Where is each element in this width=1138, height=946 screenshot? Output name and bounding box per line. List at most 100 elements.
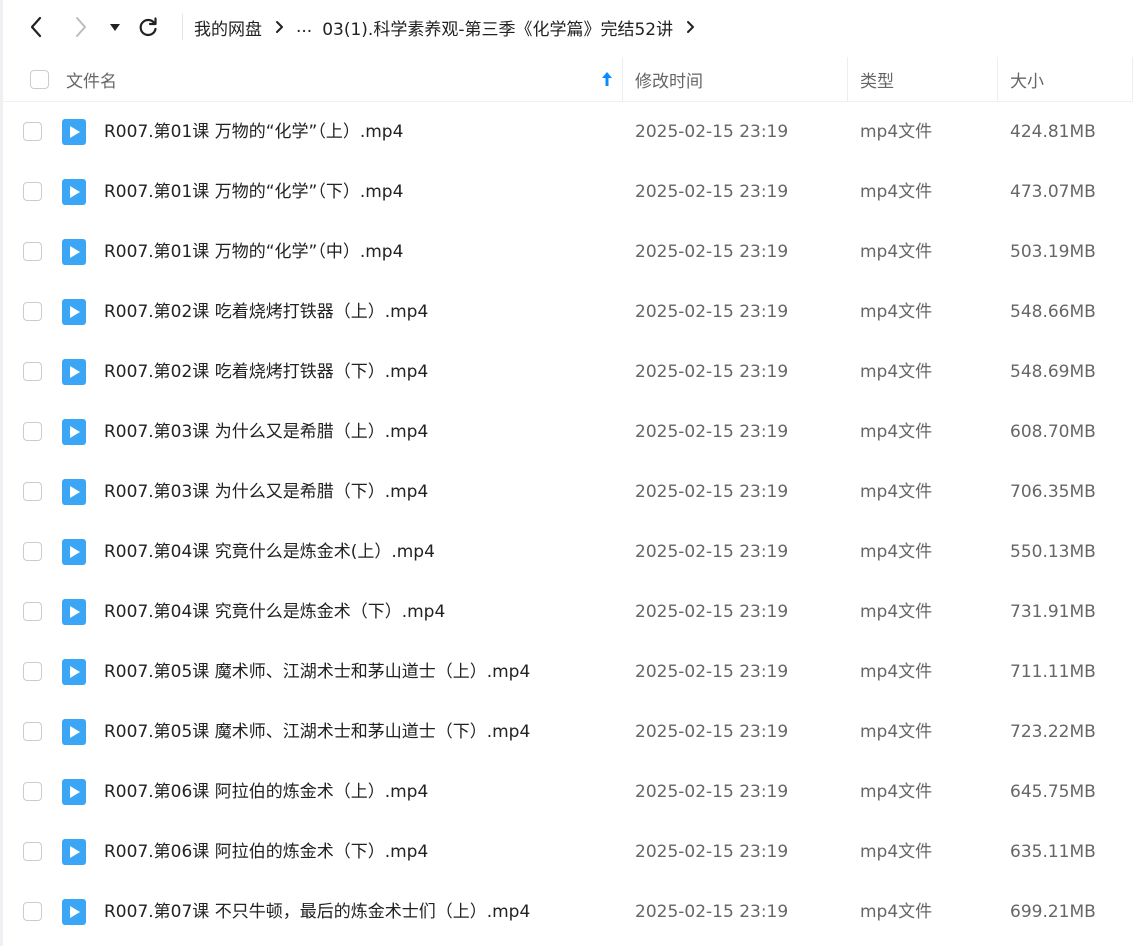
file-row[interactable]: R007.第06课 阿拉伯的炼金术（下）.mp4 2025-02-15 23:1…: [3, 822, 1133, 882]
file-row[interactable]: R007.第05课 魔术师、江湖术士和茅山道士（下）.mp4 2025-02-1…: [3, 702, 1133, 762]
row-checkbox[interactable]: [23, 662, 42, 681]
file-row[interactable]: R007.第07课 不只牛顿，最后的炼金术士们（上）.mp4 2025-02-1…: [3, 882, 1133, 942]
file-modified-time: 2025-02-15 23:19: [635, 422, 789, 442]
file-size: 723.22MB: [1010, 722, 1096, 742]
file-browser-window: 我的网盘 ... 03(1).科学素养观-第三季《化学篇》完结52讲 文件名 修…: [0, 0, 1138, 946]
video-file-icon: [62, 779, 86, 805]
file-name[interactable]: R007.第01课 万物的“化学”（下）.mp4: [104, 162, 403, 222]
file-size: 550.13MB: [1010, 542, 1096, 562]
file-name[interactable]: R007.第07课 不只牛顿，最后的炼金术士们（上）.mp4: [104, 882, 530, 942]
file-modified-time: 2025-02-15 23:19: [635, 662, 789, 682]
column-divider[interactable]: [622, 57, 623, 102]
file-row[interactable]: R007.第03课 为什么又是希腊（上）.mp4 2025-02-15 23:1…: [3, 402, 1133, 462]
breadcrumb-expand-icon[interactable]: [685, 20, 695, 34]
file-name[interactable]: R007.第02课 吃着烧烤打铁器（上）.mp4: [104, 282, 428, 342]
file-row[interactable]: R007.第01课 万物的“化学”（上）.mp4 2025-02-15 23:1…: [3, 102, 1133, 162]
row-checkbox[interactable]: [23, 242, 42, 261]
column-header-modified[interactable]: 修改时间: [635, 57, 703, 102]
row-checkbox[interactable]: [23, 362, 42, 381]
refresh-icon: [139, 17, 157, 37]
row-checkbox[interactable]: [23, 782, 42, 801]
file-size: 608.70MB: [1010, 422, 1096, 442]
history-dropdown-button[interactable]: [102, 12, 128, 42]
file-type: mp4文件: [860, 662, 933, 682]
column-header-type[interactable]: 类型: [860, 57, 894, 102]
file-row[interactable]: R007.第02课 吃着烧烤打铁器（下）.mp4 2025-02-15 23:1…: [3, 342, 1133, 402]
back-button[interactable]: [21, 12, 51, 42]
select-all-cell: [30, 57, 49, 102]
sort-arrow-up-icon[interactable]: [601, 71, 613, 91]
video-file-icon: [62, 539, 86, 565]
caret-down-icon: [110, 24, 120, 31]
file-modified-time: 2025-02-15 23:19: [635, 842, 789, 862]
file-name[interactable]: R007.第01课 万物的“化学”（中）.mp4: [104, 222, 403, 282]
file-row[interactable]: R007.第03课 为什么又是希腊（下）.mp4 2025-02-15 23:1…: [3, 462, 1133, 522]
file-type: mp4文件: [860, 602, 933, 622]
video-file-icon: [62, 359, 86, 385]
file-modified-time: 2025-02-15 23:19: [635, 242, 789, 262]
file-row[interactable]: R007.第01课 万物的“化学”（中）.mp4 2025-02-15 23:1…: [3, 222, 1133, 282]
file-row[interactable]: R007.第06课 阿拉伯的炼金术（上）.mp4 2025-02-15 23:1…: [3, 762, 1133, 822]
file-name[interactable]: R007.第02课 吃着烧烤打铁器（下）.mp4: [104, 342, 428, 402]
row-checkbox[interactable]: [23, 182, 42, 201]
file-list-header: 文件名 修改时间 类型 大小: [3, 57, 1133, 102]
file-name[interactable]: R007.第06课 阿拉伯的炼金术（下）.mp4: [104, 822, 428, 882]
file-size: 503.19MB: [1010, 242, 1096, 262]
forward-button[interactable]: [66, 12, 96, 42]
file-size: 548.66MB: [1010, 302, 1096, 322]
file-name[interactable]: R007.第04课 究竟什么是炼金术(上）.mp4: [104, 522, 435, 582]
file-size: 711.11MB: [1010, 662, 1096, 682]
file-size: 548.69MB: [1010, 362, 1096, 382]
file-name[interactable]: R007.第03课 为什么又是希腊（上）.mp4: [104, 402, 428, 462]
file-row[interactable]: R007.第04课 究竟什么是炼金术(上）.mp4 2025-02-15 23:…: [3, 522, 1133, 582]
file-row[interactable]: R007.第05课 魔术师、江湖术士和茅山道士（上）.mp4 2025-02-1…: [3, 642, 1133, 702]
column-header-name[interactable]: 文件名: [66, 57, 117, 102]
chevron-right-icon: [76, 17, 86, 37]
file-modified-time: 2025-02-15 23:19: [635, 602, 789, 622]
file-name[interactable]: R007.第04课 究竟什么是炼金术（下）.mp4: [104, 582, 445, 642]
file-row[interactable]: R007.第01课 万物的“化学”（下）.mp4 2025-02-15 23:1…: [3, 162, 1133, 222]
file-modified-time: 2025-02-15 23:19: [635, 722, 789, 742]
file-type: mp4文件: [860, 542, 933, 562]
breadcrumb-ellipsis[interactable]: ...: [296, 17, 312, 37]
row-checkbox[interactable]: [23, 302, 42, 321]
file-type: mp4文件: [860, 482, 933, 502]
row-checkbox[interactable]: [23, 722, 42, 741]
file-name[interactable]: R007.第05课 魔术师、江湖术士和茅山道士（下）.mp4: [104, 702, 530, 762]
column-header-size[interactable]: 大小: [1010, 57, 1044, 102]
row-checkbox[interactable]: [23, 842, 42, 861]
row-checkbox[interactable]: [23, 122, 42, 141]
file-modified-time: 2025-02-15 23:19: [635, 362, 789, 382]
video-file-icon: [62, 239, 86, 265]
column-divider[interactable]: [1132, 57, 1133, 102]
file-type: mp4文件: [860, 902, 933, 922]
file-type: mp4文件: [860, 842, 933, 862]
column-divider[interactable]: [997, 57, 998, 102]
row-checkbox[interactable]: [23, 902, 42, 921]
file-type: mp4文件: [860, 362, 933, 382]
file-list: R007.第01课 万物的“化学”（上）.mp4 2025-02-15 23:1…: [3, 102, 1133, 942]
row-checkbox[interactable]: [23, 542, 42, 561]
row-checkbox[interactable]: [23, 482, 42, 501]
row-checkbox[interactable]: [23, 602, 42, 621]
select-all-checkbox[interactable]: [30, 70, 49, 89]
navigation-bar: 我的网盘 ... 03(1).科学素养观-第三季《化学篇》完结52讲: [3, 0, 1138, 56]
file-name[interactable]: R007.第05课 魔术师、江湖术士和茅山道士（上）.mp4: [104, 642, 530, 702]
file-name[interactable]: R007.第01课 万物的“化学”（上）.mp4: [104, 102, 403, 162]
refresh-button[interactable]: [133, 12, 163, 42]
video-file-icon: [62, 599, 86, 625]
file-row[interactable]: R007.第02课 吃着烧烤打铁器（上）.mp4 2025-02-15 23:1…: [3, 282, 1133, 342]
file-modified-time: 2025-02-15 23:19: [635, 182, 789, 202]
file-type: mp4文件: [860, 302, 933, 322]
breadcrumb-root[interactable]: 我的网盘: [194, 15, 262, 40]
row-checkbox[interactable]: [23, 422, 42, 441]
chevron-left-icon: [30, 16, 42, 38]
file-modified-time: 2025-02-15 23:19: [635, 782, 789, 802]
file-row[interactable]: R007.第04课 究竟什么是炼金术（下）.mp4 2025-02-15 23:…: [3, 582, 1133, 642]
breadcrumb-current[interactable]: 03(1).科学素养观-第三季《化学篇》完结52讲: [322, 15, 673, 40]
file-name[interactable]: R007.第03课 为什么又是希腊（下）.mp4: [104, 462, 428, 522]
file-name[interactable]: R007.第06课 阿拉伯的炼金术（上）.mp4: [104, 762, 428, 822]
breadcrumb: 我的网盘 ... 03(1).科学素养观-第三季《化学篇》完结52讲: [194, 0, 707, 54]
column-divider[interactable]: [847, 57, 848, 102]
video-file-icon: [62, 119, 86, 145]
